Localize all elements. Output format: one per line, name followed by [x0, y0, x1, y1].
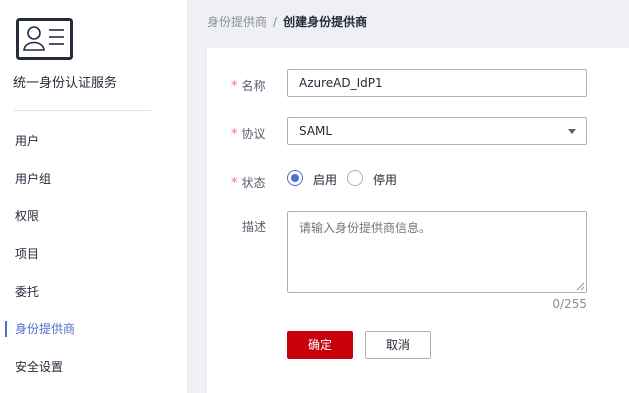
required-mark: *	[231, 176, 238, 191]
cancel-button[interactable]: 取消	[365, 331, 431, 359]
sidebar-item-permissions[interactable]: 权限	[0, 197, 187, 235]
sidebar-item-agencies[interactable]: 委托	[0, 273, 187, 311]
protocol-label: * 协议	[231, 127, 266, 142]
status-label: * 状态	[231, 176, 266, 191]
protocol-select[interactable]: SAML	[287, 117, 587, 145]
breadcrumb: 身份提供商 / 创建身份提供商	[207, 13, 367, 30]
required-mark: *	[231, 79, 238, 94]
sidebar-item-projects[interactable]: 项目	[0, 235, 187, 273]
confirm-button[interactable]: 确定	[287, 331, 353, 359]
breadcrumb-parent[interactable]: 身份提供商	[207, 15, 267, 29]
protocol-selected-value: SAML	[299, 124, 333, 138]
status-enabled-label: 启用	[313, 173, 338, 187]
status-enabled-radio[interactable]: 启用	[287, 168, 343, 188]
create-idp-form: *名称 AzureAD_IdP1 *协议 SAML *状态 启用 停用 描述 0…	[207, 48, 629, 393]
required-mark: *	[231, 127, 238, 142]
breadcrumb-separator: /	[273, 15, 278, 29]
sidebar-item-user-groups[interactable]: 用户组	[0, 160, 187, 198]
sidebar-item-users[interactable]: 用户	[0, 122, 187, 160]
status-disabled-label: 停用	[373, 173, 398, 187]
status-disabled-radio[interactable]: 停用	[347, 168, 403, 188]
caret-down-icon[interactable]	[568, 129, 576, 134]
service-title: 统一身份认证服务	[13, 76, 118, 91]
description-textarea[interactable]	[287, 211, 587, 293]
resize-grip-icon[interactable]	[576, 282, 585, 291]
radio-checked-icon[interactable]	[287, 170, 303, 186]
description-label: 描述	[242, 220, 267, 234]
id-card-icon	[16, 18, 73, 60]
radio-unchecked-icon[interactable]	[347, 170, 363, 186]
name-input[interactable]: AzureAD_IdP1	[287, 69, 587, 97]
breadcrumb-current: 创建身份提供商	[283, 15, 368, 29]
name-label: * 名称	[231, 79, 266, 94]
sidebar-item-identity-providers[interactable]: 身份提供商	[0, 310, 187, 348]
sidebar: 统一身份认证服务 用户 用户组 权限 项目 委托 身份提供商 安全设置	[0, 0, 187, 393]
description-char-counter: 0/255	[552, 297, 587, 311]
sidebar-item-security-settings[interactable]: 安全设置	[0, 348, 187, 386]
sidebar-divider	[14, 110, 151, 111]
